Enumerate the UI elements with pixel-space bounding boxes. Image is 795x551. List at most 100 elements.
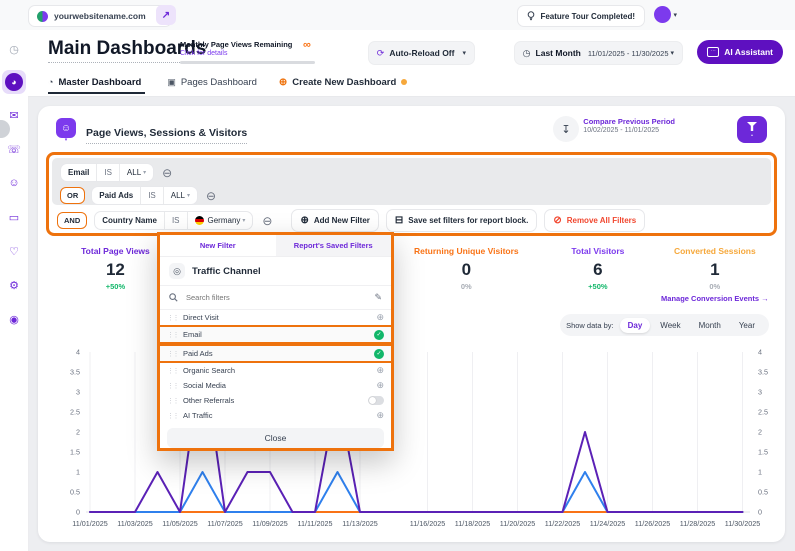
app-root: yourwebsitename.com ▾ ↗ Feature Tour Com… (0, 0, 795, 551)
y-tick-label-right: 2 (758, 428, 762, 437)
check-circle-icon[interactable]: ✓ (374, 349, 384, 359)
popup-title: Traffic Channel (192, 266, 261, 277)
export-button[interactable]: ↧ (553, 116, 579, 142)
sidebar-item-profile[interactable]: ◉ (0, 306, 28, 332)
stat-label: Total Visitors (543, 246, 653, 256)
filter-operator[interactable]: IS (140, 187, 163, 204)
filter-operator[interactable]: IS (164, 212, 187, 229)
save-filter-set-button[interactable]: ⊟ Save set filters for report block. (386, 209, 537, 232)
remove-all-filters-button[interactable]: ⊘ Remove All Filters (544, 209, 645, 232)
remove-condition-icon[interactable]: ⊖ (262, 214, 272, 228)
y-tick-label-right: 4 (758, 348, 762, 357)
toggle-off[interactable] (368, 396, 384, 405)
add-circle-icon[interactable]: ⊕ (376, 410, 384, 421)
drag-handle-icon[interactable]: ⋮⋮ (167, 382, 178, 390)
show-data-by-day[interactable]: Day (620, 318, 651, 333)
show-data-by-control: Show data by: DayWeekMonthYear (560, 314, 769, 336)
avatar (654, 6, 671, 23)
filter-option-label: Organic Search (183, 366, 376, 375)
drag-handle-icon[interactable]: ⋮⋮ (167, 314, 178, 322)
filter-option-direct-visit[interactable]: ⋮⋮ Direct Visit⊕ (160, 310, 391, 325)
stat-delta: +50% (543, 282, 653, 291)
show-data-by-year[interactable]: Year (731, 318, 763, 333)
show-data-by-week[interactable]: Week (652, 318, 688, 333)
filter-field[interactable]: Country Name (95, 212, 164, 229)
search-input[interactable] (184, 292, 368, 303)
inbox-icon: ✉ (9, 109, 18, 122)
drag-handle-icon[interactable]: ⋮⋮ (167, 397, 178, 405)
sidebar-item-dashboards[interactable]: ◕ (2, 70, 26, 94)
feature-tour-button[interactable]: Feature Tour Completed! (517, 5, 645, 27)
filter-value[interactable]: ALL▾ (119, 164, 153, 181)
filter-option-ai-traffic[interactable]: ⋮⋮AI Traffic⊕ (160, 408, 391, 423)
y-tick-label-left: 3 (76, 388, 80, 397)
add-circle-icon[interactable]: ⊕ (376, 312, 384, 323)
sidebar-item-recordings[interactable]: ☺ (0, 170, 28, 196)
filter-field[interactable]: Paid Ads (92, 187, 140, 204)
conjunction-or[interactable]: OR (60, 187, 85, 204)
period-label: Last Month (536, 48, 581, 58)
search-icon (169, 293, 178, 302)
lightbulb-icon (527, 11, 535, 22)
page-header: Main Dashboards Monthly Page Views Remai… (28, 30, 795, 97)
tab-create-new-dashboard[interactable]: ⊕ Create New Dashboard (279, 77, 407, 94)
add-circle-icon[interactable]: ⊕ (376, 365, 384, 376)
tab-pages-dashboard[interactable]: ▣ Pages Dashboard (167, 77, 257, 94)
filter-condition-email[interactable]: Email IS ALL▾ (60, 163, 154, 182)
filter-option-other-referrals[interactable]: ⋮⋮ Other Referrals (160, 393, 391, 408)
chevron-down-icon: ▾ (56, 138, 76, 142)
filter-condition-paid-ads[interactable]: Paid Ads IS ALL▾ (91, 186, 198, 205)
filter-operator[interactable]: IS (96, 164, 119, 181)
filter-option-label: Other Referrals (183, 396, 368, 405)
drag-handle-icon[interactable]: ⋮⋮ (167, 412, 178, 420)
auto-reload-select[interactable]: ⟳ Auto-Reload Off ▾ (368, 41, 475, 65)
filter-option-label: Direct Visit (183, 313, 376, 322)
add-new-filter-button[interactable]: ⊕ Add New Filter (291, 209, 378, 232)
check-circle-icon[interactable]: ✓ (374, 330, 384, 340)
filter-value[interactable]: Germany▾ (187, 212, 253, 229)
stat-delta: 0% (653, 282, 777, 291)
x-tick-label: 11/11/2025 (298, 519, 333, 528)
site-selector[interactable]: yourwebsitename.com ▾ (28, 5, 172, 27)
filter-condition-country[interactable]: Country Name IS Germany▾ (94, 211, 253, 230)
filter-panel-button[interactable]: ▴ (737, 116, 767, 143)
person-pin-icon: ◉ (9, 313, 19, 326)
clear-search-icon[interactable]: ✎ (374, 292, 382, 303)
drag-handle-icon[interactable]: ⋮⋮ (167, 350, 178, 358)
auto-reload-label: Auto-Reload Off (389, 48, 454, 58)
drag-handle-icon[interactable]: ⋮⋮ (167, 331, 178, 339)
sidebar-item-calls[interactable]: ☏ (0, 136, 28, 162)
show-data-by-month[interactable]: Month (691, 318, 729, 333)
ai-assistant-button[interactable]: ⋯ AI Assistant (697, 40, 783, 64)
sidebar-item-settings[interactable]: ⚙ (0, 272, 28, 298)
user-menu[interactable]: ▾ (654, 6, 677, 23)
filter-field[interactable]: Email (61, 164, 96, 181)
sidebar-item-security[interactable]: ♡ (0, 238, 28, 264)
face-scan-icon: ☺ (8, 177, 19, 189)
tab-master-dashboard[interactable]: ◔ Master Dashboard (48, 77, 145, 94)
collapse-sidebar-icon[interactable]: ◷ (0, 36, 28, 62)
sidebar-item-chat[interactable]: ▭ (0, 204, 28, 230)
add-circle-icon[interactable]: ⊕ (376, 380, 384, 391)
save-grid-icon: ⊟ (395, 215, 403, 226)
filter-option-social-media[interactable]: ⋮⋮Social Media⊕ (160, 378, 391, 393)
open-external-button[interactable]: ↗ (156, 5, 176, 25)
manage-conversion-events-link[interactable]: Manage Conversion Events → (653, 294, 777, 303)
drag-handle-icon[interactable]: ⋮⋮ (167, 367, 178, 375)
conjunction-and[interactable]: AND (57, 212, 87, 229)
quota-details-link[interactable]: Click for details (180, 50, 320, 57)
chevron-down-icon: ▾ (670, 49, 674, 57)
filter-value[interactable]: ALL▾ (163, 187, 197, 204)
filter-option-email[interactable]: ⋮⋮Email✓ (160, 325, 391, 344)
popup-tab-saved-filters[interactable]: Report's Saved Filters (276, 235, 392, 256)
refresh-icon: ⟳ (377, 48, 385, 59)
remove-condition-icon[interactable]: ⊖ (162, 166, 172, 180)
remove-condition-icon[interactable]: ⊖ (206, 189, 216, 203)
popup-tab-new-filter[interactable]: New Filter (160, 235, 276, 256)
filter-option-paid-ads[interactable]: ⋮⋮Paid Ads✓ (160, 344, 391, 363)
filter-row-1: Email IS ALL▾ ⊖ (60, 163, 771, 182)
filter-option-organic-search[interactable]: ⋮⋮ Organic Search⊕ (160, 363, 391, 378)
popup-tabs: New Filter Report's Saved Filters (160, 235, 391, 257)
date-range-select[interactable]: ◷ Last Month 11/01/2025 - 11/30/2025 ▾ (514, 41, 683, 65)
popup-close-button[interactable]: Close (167, 428, 384, 448)
